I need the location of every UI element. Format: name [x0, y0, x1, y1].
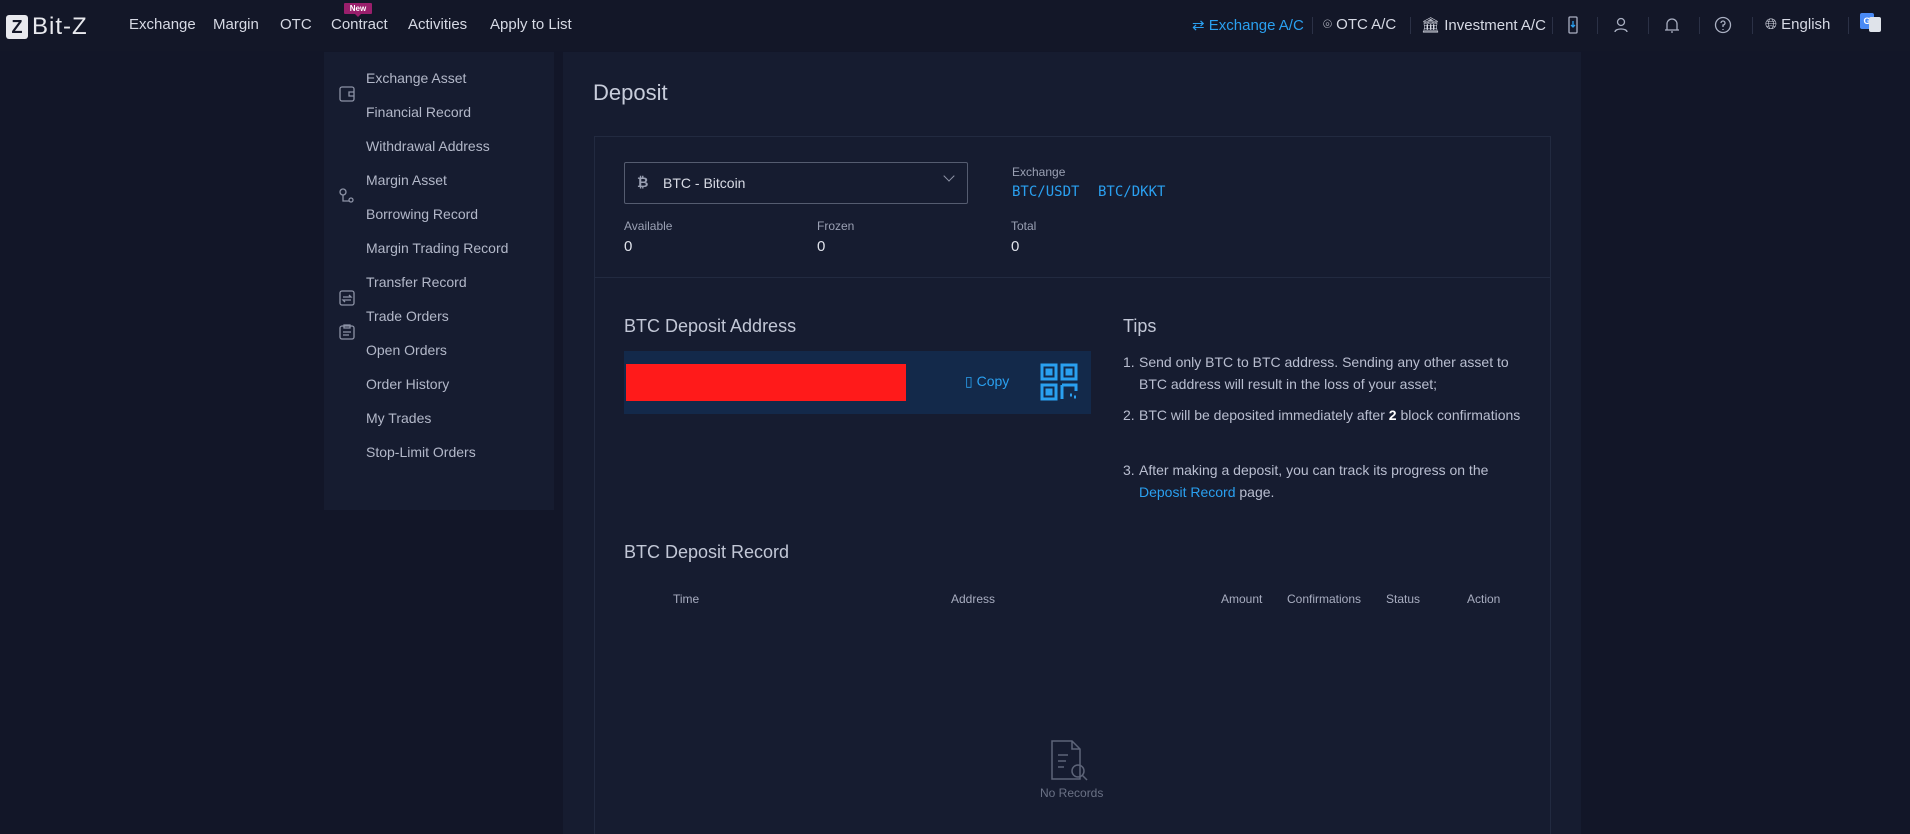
margin-icon [339, 188, 354, 203]
pair-link-btc-dkkt[interactable]: BTC/DKKT [1098, 184, 1165, 200]
location-pin-icon: ⌾ [1323, 16, 1337, 33]
logo[interactable]: Z Bit-Z [6, 13, 88, 41]
otc-account-link[interactable]: ⌾ OTC A/C [1323, 16, 1396, 33]
bitcoin-icon: ₿ [637, 174, 649, 190]
copy-icon: ▯ [965, 373, 977, 389]
nav-exchange[interactable]: Exchange [129, 16, 196, 33]
mobile-download-icon[interactable] [1563, 15, 1583, 35]
column-confirmations: Confirmations [1287, 592, 1362, 606]
deposit-record-title: BTC Deposit Record [624, 542, 790, 562]
bell-icon[interactable] [1662, 15, 1682, 35]
sidebar-item-order-history[interactable]: Order History [366, 376, 449, 392]
available-value: 0 [624, 238, 633, 255]
nav-apply-to-list[interactable]: Apply to List [490, 16, 572, 33]
nav-activities[interactable]: Activities [408, 16, 467, 33]
sidebar-item-stop-limit-orders[interactable]: Stop-Limit Orders [366, 444, 476, 460]
tips-title: Tips [1123, 316, 1157, 336]
globe-icon: 🌐︎ [1765, 16, 1782, 33]
frozen-label: Frozen [817, 219, 855, 233]
available-label: Available [624, 219, 673, 233]
sidebar-item-exchange-asset[interactable]: Exchange Asset [366, 70, 466, 86]
sidebar-item-margin-trading-record[interactable]: Margin Trading Record [366, 240, 508, 256]
total-label: Total [1011, 219, 1037, 233]
coin-select[interactable]: ₿ BTC - Bitcoin [624, 162, 968, 204]
sidebar: Exchange Asset Financial Record Withdraw… [324, 52, 554, 510]
bank-icon: 🏛︎ [1421, 17, 1445, 34]
sidebar-item-my-trades[interactable]: My Trades [366, 410, 431, 426]
column-amount: Amount [1221, 592, 1263, 606]
sidebar-item-trade-orders[interactable]: Trade Orders [366, 308, 449, 324]
translate-icon[interactable]: G [1860, 13, 1882, 33]
no-records-icon [1051, 740, 1088, 781]
clipboard-icon [339, 324, 355, 340]
help-icon[interactable] [1713, 15, 1733, 35]
redacted-address [626, 364, 906, 401]
exchange-label: Exchange [1012, 165, 1066, 179]
sidebar-item-open-orders[interactable]: Open Orders [366, 342, 447, 358]
exchange-account-link[interactable]: ⇄ Exchange A/C [1192, 16, 1304, 34]
new-badge: New [344, 3, 372, 17]
swap-icon: ⇄ [1192, 17, 1209, 34]
tip-3: 3. After making a deposit, you can track … [1123, 462, 1489, 500]
sidebar-item-borrowing-record[interactable]: Borrowing Record [366, 206, 478, 222]
sidebar-item-transfer-record[interactable]: Transfer Record [366, 274, 467, 290]
top-nav: Z Bit-Z Exchange Margin OTC New Contract… [0, 0, 1910, 51]
user-icon[interactable] [1611, 15, 1631, 35]
no-records-text: No Records [1040, 786, 1104, 800]
column-action: Action [1467, 592, 1501, 606]
deposit-address-title: BTC Deposit Address [624, 316, 797, 336]
sidebar-item-withdrawal-address[interactable]: Withdrawal Address [366, 138, 490, 154]
sidebar-item-margin-asset[interactable]: Margin Asset [366, 172, 447, 188]
tip-1: 1. Send only BTC to BTC address. Sending … [1123, 354, 1509, 392]
copy-button[interactable]: ▯ Copy [965, 373, 1009, 390]
tip-2: 2. BTC will be deposited immediately afte… [1123, 407, 1521, 423]
investment-account-link[interactable]: 🏛︎ Investment A/C [1421, 16, 1546, 34]
chevron-down-icon [943, 170, 955, 182]
logo-text: Bit-Z [32, 13, 88, 40]
transfer-icon [339, 290, 355, 306]
language-selector[interactable]: 🌐︎ English [1765, 16, 1830, 33]
nav-otc[interactable]: OTC [280, 16, 312, 33]
nav-margin[interactable]: Margin [213, 16, 259, 33]
frozen-value: 0 [817, 238, 826, 255]
coin-select-value: BTC - Bitcoin [663, 175, 746, 191]
column-time: Time [673, 592, 700, 606]
logo-icon: Z [6, 15, 28, 39]
deposit-address-box: ▯ Copy [624, 351, 1091, 414]
wallet-icon [339, 86, 355, 102]
column-status: Status [1386, 592, 1421, 606]
column-address: Address [951, 592, 996, 606]
page-title: Deposit [593, 80, 668, 105]
total-value: 0 [1011, 238, 1020, 255]
sidebar-item-financial-record[interactable]: Financial Record [366, 104, 471, 120]
deposit-record-link[interactable]: Deposit Record [1139, 484, 1236, 500]
qr-code-icon[interactable] [1040, 363, 1078, 401]
pair-link-btc-usdt[interactable]: BTC/USDT [1012, 184, 1079, 200]
nav-contract[interactable]: Contract [331, 16, 388, 33]
